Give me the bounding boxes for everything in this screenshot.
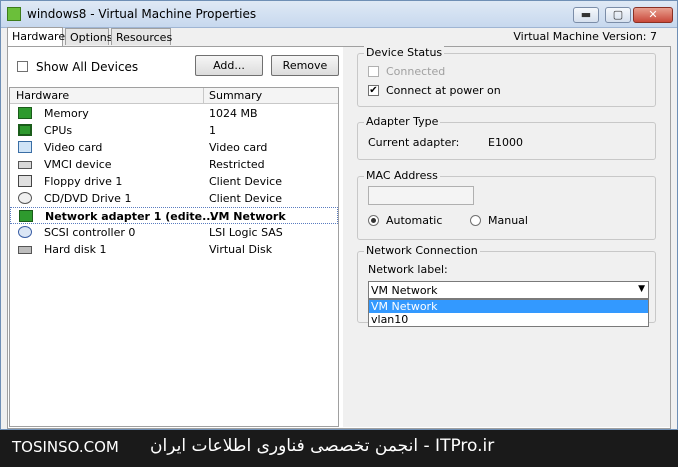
table-row[interactable]: Memory 1024 MB [10, 105, 338, 122]
automatic-label: Automatic [386, 214, 443, 227]
adapter-type-group: Adapter Type Current adapter: E1000 [357, 115, 656, 160]
show-all-devices-label: Show All Devices [36, 60, 139, 74]
network-label-caption: Network label: [368, 263, 448, 276]
vmci-icon [18, 161, 32, 169]
table-row[interactable]: CD/DVD Drive 1 Client Device [10, 190, 338, 207]
group-title: MAC Address [364, 169, 440, 182]
table-row[interactable]: Floppy drive 1 Client Device [10, 173, 338, 190]
group-title: Adapter Type [364, 115, 441, 128]
tab-hardware[interactable]: Hardware [7, 27, 65, 46]
table-row[interactable]: Video card Video card [10, 139, 338, 156]
network-label-dropdown: VM Network vlan10 [368, 299, 649, 327]
row-summary: 1 [209, 124, 216, 137]
floppy-icon [18, 175, 32, 187]
watermark-right: انجمن تخصصی فناوری اطلاعات ایران - ITPro… [150, 436, 495, 456]
row-name: Memory [44, 107, 89, 120]
mac-address-field[interactable] [368, 186, 474, 205]
row-summary: VM Network [210, 210, 286, 223]
network-label-select[interactable]: VM Network ▼ [368, 281, 649, 299]
row-name: CPUs [44, 124, 73, 137]
row-name: Floppy drive 1 [44, 175, 123, 188]
maximize-button[interactable]: ▢ [605, 7, 631, 23]
network-connection-group: Network Connection Network label: VM Net… [357, 244, 656, 327]
chevron-down-icon[interactable]: ▼ [638, 284, 645, 294]
row-name: VMCI device [44, 158, 112, 171]
table-row-selected[interactable]: Network adapter 1 (edite... VM Network [10, 207, 338, 224]
connect-power-label: Connect at power on [386, 84, 501, 97]
group-title: Device Status [364, 46, 445, 59]
manual-radio[interactable] [470, 215, 481, 226]
table-row[interactable]: VMCI device Restricted [10, 156, 338, 173]
vm-icon [7, 7, 21, 21]
minimize-button[interactable]: ▬ [573, 7, 599, 23]
group-title: Network Connection [364, 244, 480, 257]
manual-label: Manual [488, 214, 528, 227]
monitor-icon [18, 141, 32, 153]
row-name: Hard disk 1 [44, 243, 107, 256]
mac-address-group: MAC Address Automatic Manual [357, 169, 656, 240]
scsi-icon [18, 226, 32, 238]
row-summary: Video card [209, 141, 268, 154]
table-row[interactable]: Hard disk 1 Virtual Disk [10, 241, 338, 258]
remove-button[interactable]: Remove [271, 55, 339, 76]
window-title: windows8 - Virtual Machine Properties [27, 7, 257, 21]
title-bar[interactable]: windows8 - Virtual Machine Properties ▬ … [1, 1, 677, 28]
column-summary[interactable]: Summary [209, 89, 262, 102]
tab-options[interactable]: Options [65, 28, 112, 45]
tab-resources[interactable]: Resources [111, 28, 172, 45]
memory-icon [18, 107, 32, 119]
row-summary: 1024 MB [209, 107, 258, 120]
current-adapter-label: Current adapter: [368, 136, 460, 149]
show-all-devices-checkbox[interactable] [17, 61, 28, 72]
table-row[interactable]: CPUs 1 [10, 122, 338, 139]
row-summary: Virtual Disk [209, 243, 273, 256]
row-summary: LSI Logic SAS [209, 226, 283, 239]
automatic-radio[interactable] [368, 215, 379, 226]
hardware-table: Hardware Summary Memory 1024 MB CPUs 1 V… [9, 87, 339, 427]
table-header: Hardware Summary [10, 88, 338, 104]
row-name: SCSI controller 0 [44, 226, 136, 239]
watermark-left: TOSINSO.COM [12, 438, 119, 456]
device-settings-pane: Device Status Connected ✔ Connect at pow… [343, 46, 670, 427]
column-hardware[interactable]: Hardware [16, 89, 69, 102]
row-name: Network adapter 1 (edite... [45, 210, 215, 223]
network-icon [19, 210, 33, 222]
vm-properties-window: windows8 - Virtual Machine Properties ▬ … [0, 0, 678, 430]
add-button[interactable]: Add... [195, 55, 263, 76]
row-name: CD/DVD Drive 1 [44, 192, 132, 205]
table-row[interactable]: SCSI controller 0 LSI Logic SAS [10, 224, 338, 241]
current-adapter-value: E1000 [488, 136, 523, 149]
cd-icon [18, 192, 32, 204]
dropdown-option-vm-network[interactable]: VM Network [369, 300, 648, 313]
connected-checkbox[interactable] [368, 66, 379, 77]
device-status-group: Device Status Connected ✔ Connect at pow… [357, 46, 656, 107]
row-summary: Client Device [209, 192, 282, 205]
close-button[interactable]: ✕ [633, 7, 673, 23]
network-label-selected: VM Network [371, 284, 438, 297]
dropdown-option-vlan10[interactable]: vlan10 [369, 313, 648, 326]
cpu-icon [18, 124, 32, 136]
row-name: Video card [44, 141, 103, 154]
harddisk-icon [18, 246, 32, 254]
column-divider [203, 88, 204, 103]
row-summary: Restricted [209, 158, 265, 171]
vm-version: Virtual Machine Version: 7 [513, 30, 657, 43]
row-summary: Client Device [209, 175, 282, 188]
connected-label: Connected [386, 65, 446, 78]
connect-power-checkbox[interactable]: ✔ [368, 85, 379, 96]
